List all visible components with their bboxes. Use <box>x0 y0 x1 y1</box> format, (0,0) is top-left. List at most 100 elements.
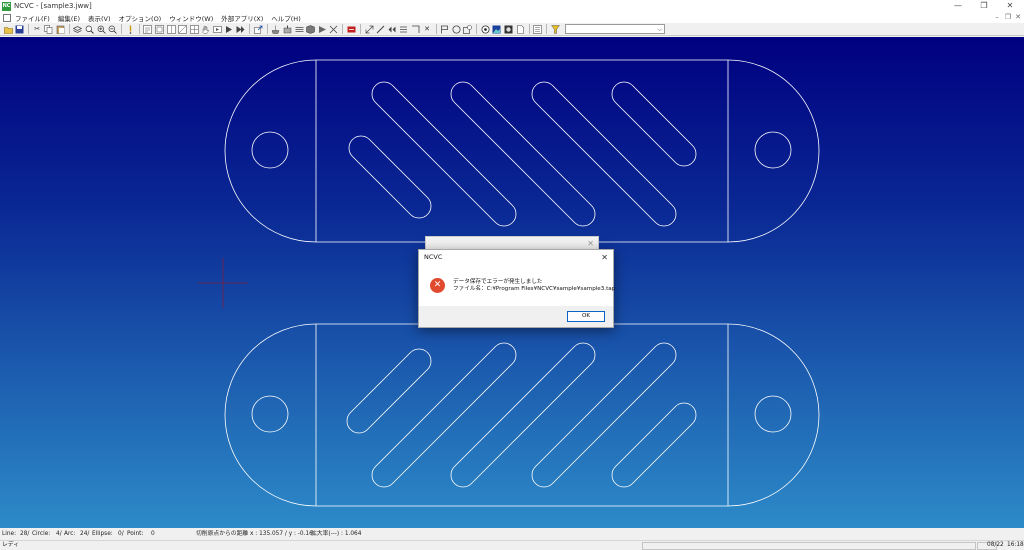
lower-slot <box>531 342 677 488</box>
dialog-footer: OK <box>419 306 613 327</box>
upper-slot <box>531 81 677 227</box>
open-icon[interactable] <box>3 24 13 34</box>
status-zoom: 拡大率(---) : 1.064 <box>311 531 362 537</box>
rect-tool-icon[interactable] <box>463 24 473 34</box>
flag-icon[interactable] <box>440 24 450 34</box>
nc-data-icon[interactable] <box>346 24 356 34</box>
close-button[interactable]: ✕ <box>998 0 1022 12</box>
lower-right-hole <box>754 395 792 433</box>
upper-slot <box>348 135 432 219</box>
status-circle-label: Circle: <box>32 531 51 537</box>
corner-icon[interactable] <box>410 24 420 34</box>
menu-edit[interactable]: 編集(E) <box>58 13 80 23</box>
background-dialog: ✕ <box>425 236 599 250</box>
status-circle-count: 4/ <box>56 531 62 537</box>
filter-select[interactable]: ⌵ <box>564 24 665 34</box>
mdi-close-button[interactable]: ✕ <box>1013 12 1023 23</box>
menu-options[interactable]: オプション(O) <box>119 13 162 23</box>
status-ellipse-count: 0/ <box>118 531 124 537</box>
lines-icon[interactable] <box>399 24 409 34</box>
layer-icon[interactable] <box>73 24 83 34</box>
filter-icon[interactable] <box>550 24 560 34</box>
upper-right-hole <box>754 131 792 169</box>
status-time: 16:18 <box>1007 542 1024 548</box>
menu-file[interactable]: ファイル(F) <box>15 13 50 23</box>
mdi-restore-button[interactable]: ❐ <box>1003 12 1013 23</box>
restore-button[interactable]: ❐ <box>972 0 996 12</box>
status-arc-count: 24/ <box>80 531 90 537</box>
status-bar-counts: Line: 28/ Circle: 4/ Arc: 24/ Ellipse: 0… <box>0 529 1024 540</box>
copy-icon[interactable] <box>44 24 54 34</box>
trace-start-icon[interactable] <box>213 24 223 34</box>
ok-button[interactable]: OK <box>567 311 605 322</box>
status-distance: 切削原点からの距離 x : 135.057 / y : -0.16 <box>196 531 313 537</box>
window-title: NCVC - [sample3.jww] <box>14 2 92 10</box>
hand-icon[interactable] <box>201 24 211 34</box>
menu-bar: ファイル(F) 編集(E) 表示(V) オプション(O) ウィンドウ(W) 外部… <box>0 12 1024 23</box>
lower-slot <box>371 342 517 488</box>
resize-icon[interactable] <box>364 24 374 34</box>
status-line-count: 28/ <box>20 531 30 537</box>
error-icon: ✕ <box>430 278 445 293</box>
dialog-close-button[interactable]: ✕ <box>601 250 608 265</box>
trace-next-icon[interactable] <box>236 24 246 34</box>
view-iso-icon[interactable] <box>178 24 188 34</box>
cross-arrows-icon[interactable] <box>329 24 339 34</box>
upper-slot <box>450 81 596 227</box>
upper-left-hole <box>251 131 289 169</box>
upper-slot <box>371 81 517 227</box>
upper-part <box>224 59 820 243</box>
status-point-count: 0 <box>151 531 155 537</box>
menu-help[interactable]: ヘルプ(H) <box>271 13 300 23</box>
mdi-minimize-button[interactable]: – <box>992 12 1002 23</box>
title-bar: NC NCVC - [sample3.jww] — ❐ ✕ <box>0 0 1024 12</box>
zoom-fit-icon[interactable] <box>85 24 95 34</box>
document-icon[interactable] <box>3 13 11 22</box>
delete-x-icon[interactable]: ✕ <box>422 24 432 34</box>
tool-icon[interactable] <box>282 24 292 34</box>
brush-icon[interactable] <box>376 24 386 34</box>
file-icon[interactable] <box>515 24 525 34</box>
help-icon[interactable] <box>125 24 135 34</box>
trace-play-icon[interactable] <box>224 24 234 34</box>
menu-external-apps[interactable]: 外部アプリ(X) <box>221 13 263 23</box>
list-icon[interactable] <box>533 24 543 34</box>
lower-part <box>224 323 820 507</box>
save-icon[interactable] <box>15 24 25 34</box>
machine-icon[interactable] <box>271 24 281 34</box>
toolbar: ✂ ✕ ⌵ <box>0 23 1024 36</box>
shape-icon[interactable] <box>306 24 316 34</box>
dialog-message: データ保存でエラーが発生しました ファイル名：C:¥Program Files¥… <box>453 279 615 293</box>
circle-tool-icon[interactable] <box>451 24 461 34</box>
view-top-icon[interactable] <box>143 24 153 34</box>
chevron-down-icon: ⌵ <box>657 26 662 33</box>
export-icon[interactable] <box>253 24 263 34</box>
status-bar: レディ 08/22 16:18 <box>0 540 1024 550</box>
cut-icon[interactable]: ✂ <box>32 24 42 34</box>
view-grid-icon[interactable] <box>189 24 199 34</box>
view-side-icon[interactable] <box>166 24 176 34</box>
status-progress-pane <box>642 542 976 550</box>
minimize-button[interactable]: — <box>946 0 970 12</box>
layers-stack-icon[interactable] <box>294 24 304 34</box>
target-icon[interactable] <box>480 24 490 34</box>
image-icon[interactable] <box>492 24 502 34</box>
paste-icon[interactable] <box>55 24 65 34</box>
dialog-message-line2: ファイル名：C:¥Program Files¥NCVC¥sample¥sampl… <box>453 286 616 292</box>
menu-view[interactable]: 表示(V) <box>88 13 111 23</box>
view-front-icon[interactable] <box>155 24 165 34</box>
photo-icon[interactable] <box>504 24 514 34</box>
origin-cross <box>198 258 248 308</box>
lower-divider-lines <box>315 324 729 506</box>
zoom-out-icon[interactable] <box>108 24 118 34</box>
zoom-in-icon[interactable] <box>96 24 106 34</box>
lower-slot <box>611 402 697 488</box>
lower-left-hole <box>251 395 289 433</box>
menu-window[interactable]: ウィンドウ(W) <box>169 13 213 23</box>
status-arc-label: Arc: <box>64 531 76 537</box>
lower-slot <box>346 348 432 434</box>
status-date: 08/22 <box>987 542 1004 548</box>
double-arrow-icon[interactable] <box>387 24 397 34</box>
play-gray-icon[interactable] <box>317 24 327 34</box>
upper-slot <box>611 81 697 167</box>
